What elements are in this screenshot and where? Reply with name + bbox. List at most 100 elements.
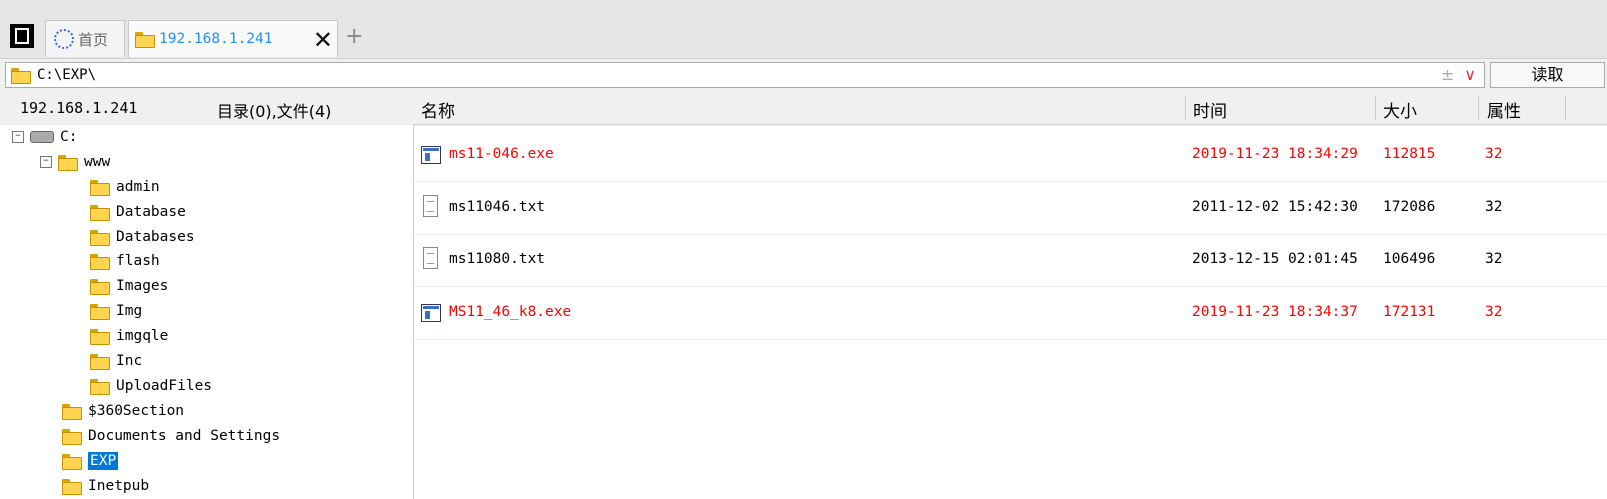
folder-icon (62, 478, 82, 495)
tree-info-bar: 192.168.1.241 目录(0),文件(4) (0, 92, 413, 124)
column-divider[interactable] (1565, 96, 1566, 120)
tree-node-www[interactable]: − www (40, 150, 110, 174)
directory-tree: − C: − www admin Database Databases flas… (0, 125, 414, 499)
folder-icon (58, 154, 78, 171)
tree-node-database[interactable]: Database (90, 200, 186, 224)
tree-node-drive-c[interactable]: − C: (12, 125, 77, 149)
tree-node-label: C: (60, 129, 78, 145)
tree-node-label: www (84, 154, 111, 170)
app-menu-icon[interactable] (10, 24, 34, 48)
drive-icon (30, 131, 54, 143)
folder-icon (90, 229, 110, 246)
file-time: 2019-11-23 18:34:37 (1192, 304, 1358, 320)
tree-node-label: imgqle (116, 328, 169, 344)
tree-node-images[interactable]: Images (90, 274, 168, 298)
file-name: ms11-046.exe (449, 146, 554, 162)
close-tab-icon[interactable]: ✕ (313, 26, 333, 54)
file-attr: 32 (1485, 304, 1503, 320)
tree-node-admin[interactable]: admin (90, 175, 160, 199)
folder-icon (11, 67, 31, 84)
column-size[interactable]: 大小 (1383, 97, 1417, 122)
file-size: 112815 (1383, 146, 1436, 162)
item-counts: 目录(0),文件(4) (217, 102, 332, 121)
text-file-icon (423, 195, 438, 217)
file-size: 106496 (1383, 251, 1436, 267)
tree-node-label-selected: EXP (88, 452, 119, 470)
tab-home[interactable]: 首页 (45, 20, 125, 57)
folder-icon (90, 328, 110, 345)
collapse-toggle-icon[interactable]: − (12, 131, 24, 143)
path-history-dropdown[interactable]: ∨ (1464, 65, 1476, 84)
read-button[interactable]: 读取 (1490, 62, 1605, 88)
tree-node-uploadfiles[interactable]: UploadFiles (90, 374, 212, 398)
tree-node-exp[interactable]: EXP (62, 449, 119, 473)
tree-node-label: Documents and Settings (88, 428, 281, 444)
plus-minus-icon[interactable]: ± (1441, 65, 1454, 84)
file-list: ms11-046.exe 2019-11-23 18:34:29 112815 … (414, 126, 1607, 499)
file-time: 2019-11-23 18:34:29 (1192, 146, 1358, 162)
file-list-header: 名称 时间 大小 属性 (413, 92, 1607, 125)
tree-node-imgqle[interactable]: imgqle (90, 324, 168, 348)
column-time[interactable]: 时间 (1193, 97, 1227, 122)
column-divider[interactable] (1185, 96, 1186, 120)
exe-icon (421, 304, 441, 322)
folder-icon (90, 278, 110, 295)
address-extras: ± ∨ (1441, 65, 1476, 84)
tree-node-label: $360Section (88, 403, 185, 419)
exe-icon (421, 146, 441, 164)
folder-icon (90, 303, 110, 320)
file-row[interactable]: MS11_46_k8.exe 2019-11-23 18:34:37 17213… (414, 287, 1607, 340)
column-divider[interactable] (1375, 96, 1376, 120)
file-attr: 32 (1485, 251, 1503, 267)
file-time: 2013-12-15 02:01:45 (1192, 251, 1358, 267)
tree-node-inc[interactable]: Inc (90, 349, 142, 373)
file-size: 172086 (1383, 199, 1436, 215)
home-icon (54, 29, 74, 49)
file-attr: 32 (1485, 199, 1503, 215)
tab-host-label: 192.168.1.241 (159, 31, 273, 47)
folder-icon (90, 353, 110, 370)
tree-node-label: Img (116, 303, 143, 319)
folder-icon (135, 31, 155, 48)
column-name[interactable]: 名称 (421, 97, 455, 122)
tree-node-label: Images (116, 278, 169, 294)
file-row[interactable]: ms11046.txt 2011-12-02 15:42:30 172086 3… (414, 182, 1607, 235)
tab-home-label: 首页 (78, 30, 109, 49)
folder-icon (90, 253, 110, 270)
new-tab-button[interactable]: + (345, 24, 363, 49)
file-name: ms11080.txt (449, 251, 546, 267)
tree-node-360section[interactable]: $360Section (62, 399, 184, 423)
address-bar: ± ∨ (5, 62, 1485, 88)
tree-node-label: Databases (116, 229, 195, 245)
path-input[interactable] (33, 65, 1417, 85)
file-name: ms11046.txt (449, 199, 546, 215)
file-row[interactable]: ms11-046.exe 2019-11-23 18:34:29 112815 … (414, 129, 1607, 182)
tab-bar: 首页 192.168.1.241 ✕ + (0, 0, 1607, 59)
tree-node-flash[interactable]: flash (90, 249, 160, 273)
tab-host[interactable]: 192.168.1.241 ✕ (128, 20, 338, 57)
file-size: 172131 (1383, 304, 1436, 320)
tree-node-label: flash (116, 253, 160, 269)
tree-node-databases[interactable]: Databases (90, 225, 195, 249)
folder-icon (90, 179, 110, 196)
folder-icon (62, 453, 82, 470)
text-file-icon (423, 247, 438, 269)
folder-icon (90, 204, 110, 221)
tree-node-documents-and-settings[interactable]: Documents and Settings (62, 424, 280, 448)
column-divider[interactable] (1478, 96, 1479, 120)
file-attr: 32 (1485, 146, 1503, 162)
tree-node-img[interactable]: Img (90, 299, 142, 323)
tree-node-label: Inetpub (88, 478, 150, 494)
folder-icon (90, 378, 110, 395)
host-label: 192.168.1.241 (20, 99, 138, 117)
file-row[interactable]: ms11080.txt 2013-12-15 02:01:45 106496 3… (414, 234, 1607, 287)
collapse-toggle-icon[interactable]: − (40, 156, 52, 168)
tree-node-label: admin (116, 179, 160, 195)
tree-node-inetpub[interactable]: Inetpub (62, 474, 149, 498)
file-time: 2011-12-02 15:42:30 (1192, 199, 1358, 215)
tree-node-label: UploadFiles (116, 378, 213, 394)
folder-icon (62, 403, 82, 420)
column-attr[interactable]: 属性 (1487, 97, 1521, 122)
folder-icon (62, 428, 82, 445)
tree-node-label: Database (116, 204, 186, 220)
